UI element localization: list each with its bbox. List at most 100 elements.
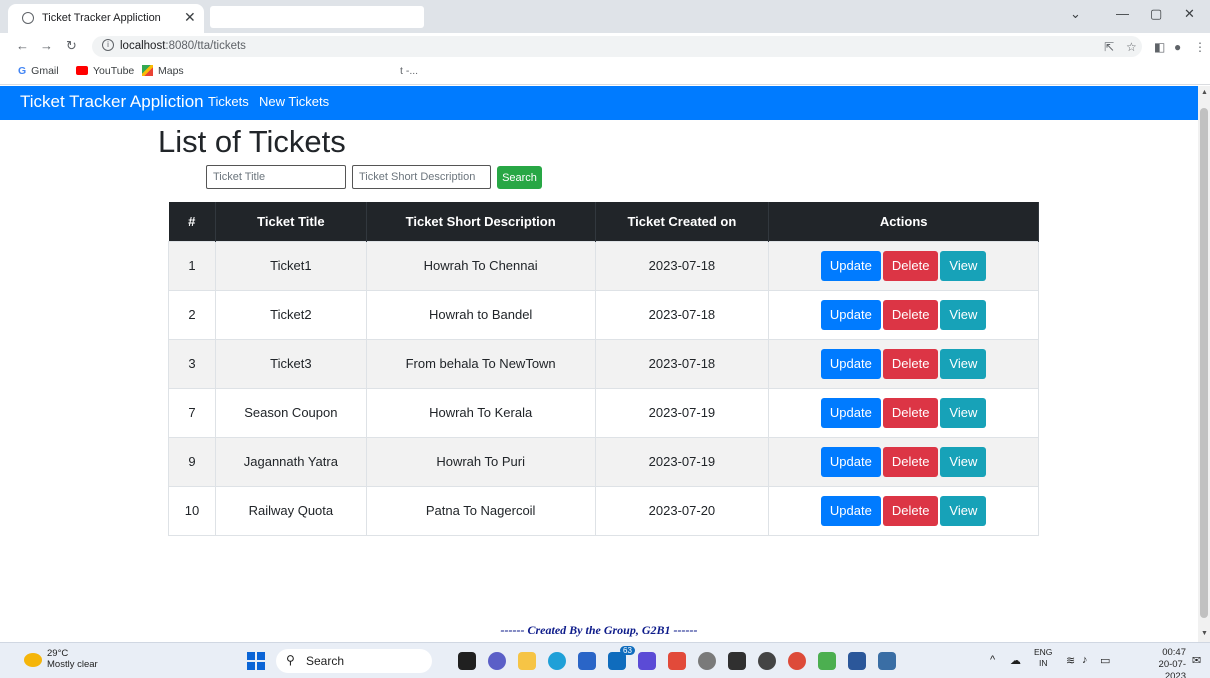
delete-button[interactable]: Delete	[882, 299, 939, 330]
url-bar[interactable]: i localhost:8080/tta/tickets	[92, 36, 1142, 57]
weather-condition: Mostly clear	[47, 659, 98, 670]
ticket-description-search-input[interactable]	[352, 165, 491, 189]
bookmark-star-icon[interactable]: ☆	[1126, 40, 1137, 54]
taskbar-search-label: Search	[306, 654, 345, 668]
wps-icon[interactable]	[668, 652, 686, 670]
volume-icon[interactable]: ♪	[1082, 654, 1088, 666]
cell-title: Season Coupon	[214, 387, 367, 438]
chat-icon[interactable]	[488, 652, 506, 670]
tab-list-chevron-icon[interactable]: ⌄	[1070, 6, 1081, 22]
table-row: 3 Ticket3 From behala To NewTown 2023-07…	[168, 338, 1039, 389]
cell-description: Howrah To Chennai	[365, 240, 596, 291]
scroll-down-icon[interactable]: ▼	[1201, 630, 1208, 637]
update-button[interactable]: Update	[820, 495, 881, 526]
cell-title: Ticket3	[214, 338, 367, 389]
word-icon[interactable]	[848, 652, 866, 670]
bookmark-truncated[interactable]: t -...	[400, 65, 418, 77]
back-icon[interactable]: ←	[16, 38, 29, 53]
bookmark-youtube[interactable]: YouTube	[76, 65, 134, 77]
view-button[interactable]: View	[940, 348, 987, 379]
delete-button[interactable]: Delete	[882, 348, 939, 379]
browser-tab-strip: Ticket Tracker Appliction ✕ ⌄ — ▢ ✕	[0, 0, 1210, 33]
tab-search-area[interactable]	[210, 6, 424, 28]
network-app-icon[interactable]	[818, 652, 836, 670]
site-info-icon[interactable]: i	[102, 39, 114, 51]
minimize-icon[interactable]: —	[1116, 6, 1129, 21]
cell-description: Patna To Nagercoil	[365, 485, 596, 536]
tray-overflow-icon[interactable]: ^	[990, 654, 995, 666]
cell-description: Howrah To Kerala	[365, 387, 596, 438]
app-icon[interactable]	[698, 652, 716, 670]
vscode-icon[interactable]	[638, 652, 656, 670]
header-id: #	[168, 202, 216, 241]
cell-actions: Update Delete View	[768, 338, 1039, 389]
update-button[interactable]: Update	[820, 348, 881, 379]
page-footer: ------ Created By the Group, G2B1 ------	[500, 623, 698, 637]
restore-icon[interactable]: ▢	[1150, 6, 1162, 22]
weather-widget[interactable]: 29°C Mostly clear	[47, 648, 98, 670]
table-row: 2 Ticket2 Howrah to Bandel 2023-07-18 Up…	[168, 289, 1039, 340]
window-close-icon[interactable]: ✕	[1184, 6, 1195, 22]
view-button[interactable]: View	[940, 250, 987, 281]
notification-icon[interactable]: ✉	[1192, 654, 1201, 667]
update-button[interactable]: Update	[820, 446, 881, 477]
obs-icon[interactable]	[728, 652, 746, 670]
cell-id: 7	[168, 387, 216, 438]
weather-moon-icon[interactable]	[24, 653, 42, 667]
side-panel-icon[interactable]: ◧	[1154, 40, 1165, 54]
app-brand[interactable]: Ticket Tracker Appliction	[20, 92, 204, 112]
cell-description: Howrah To Puri	[365, 436, 596, 487]
profile-icon[interactable]: ●	[1174, 40, 1181, 54]
scroll-up-icon[interactable]: ▲	[1201, 89, 1208, 96]
wifi-icon[interactable]: ≋	[1066, 654, 1075, 667]
view-button[interactable]: View	[940, 495, 987, 526]
ide-icon[interactable]	[878, 652, 896, 670]
app-navbar: Ticket Tracker Appliction Tickets New Ti…	[0, 86, 1198, 120]
browser-tab[interactable]: Ticket Tracker Appliction ✕	[8, 4, 204, 33]
update-button[interactable]: Update	[820, 397, 881, 428]
reload-icon[interactable]: ↻	[66, 38, 77, 54]
forward-icon[interactable]: →	[40, 38, 53, 53]
taskbar-search[interactable]: ⚲ Search	[276, 649, 432, 673]
file-explorer-icon[interactable]	[518, 652, 536, 670]
table-row: 10 Railway Quota Patna To Nagercoil 2023…	[168, 485, 1039, 536]
tab-close-icon[interactable]: ✕	[184, 9, 196, 26]
chrome-icon[interactable]	[788, 652, 806, 670]
page-scrollbar[interactable]: ▲ ▼	[1198, 86, 1210, 642]
nav-tickets[interactable]: Tickets	[208, 94, 249, 109]
view-button[interactable]: View	[940, 397, 987, 428]
cell-id: 10	[168, 485, 216, 536]
bookmark-maps[interactable]: Maps	[142, 65, 184, 77]
bookmark-gmail[interactable]: G Gmail	[18, 65, 59, 77]
table-row: 9 Jagannath Yatra Howrah To Puri 2023-07…	[168, 436, 1039, 487]
delete-button[interactable]: Delete	[882, 250, 939, 281]
menu-dots-icon[interactable]: ⋮	[1194, 40, 1206, 54]
cell-description: Howrah to Bandel	[365, 289, 596, 340]
update-button[interactable]: Update	[820, 299, 881, 330]
table-row: 7 Season Coupon Howrah To Kerala 2023-07…	[168, 387, 1039, 438]
delete-button[interactable]: Delete	[882, 397, 939, 428]
mail-badge: 63	[620, 646, 635, 655]
nav-new-tickets[interactable]: New Tickets	[259, 94, 329, 109]
task-view-icon[interactable]	[458, 652, 476, 670]
view-button[interactable]: View	[940, 299, 987, 330]
cell-id: 1	[168, 240, 216, 291]
store-icon[interactable]	[578, 652, 596, 670]
temperature: 29°C	[47, 648, 69, 659]
ticket-title-search-input[interactable]	[206, 165, 346, 189]
battery-icon[interactable]: ▭	[1100, 654, 1110, 667]
cell-title: Railway Quota	[214, 485, 367, 536]
search-button[interactable]: Search	[497, 166, 542, 189]
windows-start-icon[interactable]	[247, 652, 265, 670]
update-button[interactable]: Update	[820, 250, 881, 281]
scrollbar-thumb[interactable]	[1200, 108, 1208, 618]
onedrive-icon[interactable]: ☁	[1010, 654, 1021, 667]
language-indicator[interactable]: ENG IN	[1034, 647, 1052, 669]
delete-button[interactable]: Delete	[882, 495, 939, 526]
delete-button[interactable]: Delete	[882, 446, 939, 477]
edge-icon[interactable]	[548, 652, 566, 670]
view-button[interactable]: View	[940, 446, 987, 477]
app2-icon[interactable]	[758, 652, 776, 670]
system-clock[interactable]: 00:47 20-07-2023	[1138, 647, 1186, 678]
share-icon[interactable]: ⇱	[1104, 40, 1114, 54]
